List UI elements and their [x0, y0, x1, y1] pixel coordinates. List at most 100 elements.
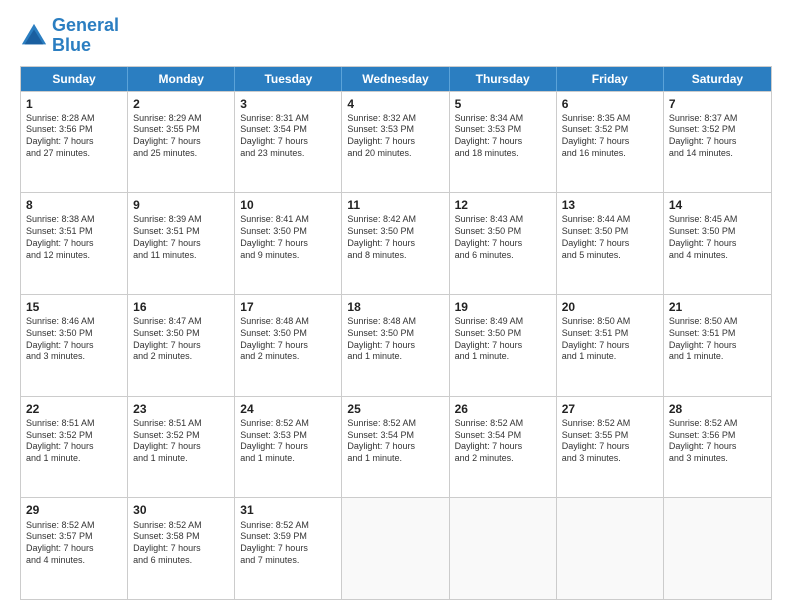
cell-info: Sunrise: 8:45 AM Sunset: 3:50 PM Dayligh…: [669, 214, 766, 261]
cell-info: Sunrise: 8:44 AM Sunset: 3:50 PM Dayligh…: [562, 214, 658, 261]
cell-info: Sunrise: 8:43 AM Sunset: 3:50 PM Dayligh…: [455, 214, 551, 261]
day-header-monday: Monday: [128, 67, 235, 91]
day-number: 20: [562, 299, 658, 315]
day-number: 5: [455, 96, 551, 112]
day-number: 21: [669, 299, 766, 315]
cell-info: Sunrise: 8:52 AM Sunset: 3:59 PM Dayligh…: [240, 520, 336, 567]
cal-cell: 5Sunrise: 8:34 AM Sunset: 3:53 PM Daylig…: [450, 92, 557, 193]
cal-cell: 28Sunrise: 8:52 AM Sunset: 3:56 PM Dayli…: [664, 397, 771, 498]
cell-info: Sunrise: 8:29 AM Sunset: 3:55 PM Dayligh…: [133, 113, 229, 160]
day-number: 19: [455, 299, 551, 315]
cell-info: Sunrise: 8:52 AM Sunset: 3:57 PM Dayligh…: [26, 520, 122, 567]
cal-cell: 23Sunrise: 8:51 AM Sunset: 3:52 PM Dayli…: [128, 397, 235, 498]
day-number: 1: [26, 96, 122, 112]
cell-info: Sunrise: 8:50 AM Sunset: 3:51 PM Dayligh…: [562, 316, 658, 363]
day-number: 28: [669, 401, 766, 417]
cal-cell: 1Sunrise: 8:28 AM Sunset: 3:56 PM Daylig…: [21, 92, 128, 193]
day-header-friday: Friday: [557, 67, 664, 91]
day-number: 27: [562, 401, 658, 417]
cal-cell: 14Sunrise: 8:45 AM Sunset: 3:50 PM Dayli…: [664, 193, 771, 294]
cal-cell: 9Sunrise: 8:39 AM Sunset: 3:51 PM Daylig…: [128, 193, 235, 294]
cell-info: Sunrise: 8:41 AM Sunset: 3:50 PM Dayligh…: [240, 214, 336, 261]
cell-info: Sunrise: 8:51 AM Sunset: 3:52 PM Dayligh…: [26, 418, 122, 465]
logo-icon: [20, 22, 48, 50]
day-number: 18: [347, 299, 443, 315]
day-number: 7: [669, 96, 766, 112]
cal-cell: 17Sunrise: 8:48 AM Sunset: 3:50 PM Dayli…: [235, 295, 342, 396]
cell-info: Sunrise: 8:31 AM Sunset: 3:54 PM Dayligh…: [240, 113, 336, 160]
calendar-body: 1Sunrise: 8:28 AM Sunset: 3:56 PM Daylig…: [21, 91, 771, 599]
cell-info: Sunrise: 8:34 AM Sunset: 3:53 PM Dayligh…: [455, 113, 551, 160]
calendar-header: SundayMondayTuesdayWednesdayThursdayFrid…: [21, 67, 771, 91]
day-number: 12: [455, 197, 551, 213]
header: General Blue: [20, 16, 772, 56]
cal-cell: [342, 498, 449, 599]
day-number: 31: [240, 502, 336, 518]
day-number: 29: [26, 502, 122, 518]
cal-cell: 24Sunrise: 8:52 AM Sunset: 3:53 PM Dayli…: [235, 397, 342, 498]
cell-info: Sunrise: 8:37 AM Sunset: 3:52 PM Dayligh…: [669, 113, 766, 160]
day-number: 8: [26, 197, 122, 213]
cal-cell: 12Sunrise: 8:43 AM Sunset: 3:50 PM Dayli…: [450, 193, 557, 294]
cell-info: Sunrise: 8:38 AM Sunset: 3:51 PM Dayligh…: [26, 214, 122, 261]
cell-info: Sunrise: 8:39 AM Sunset: 3:51 PM Dayligh…: [133, 214, 229, 261]
cal-cell: 2Sunrise: 8:29 AM Sunset: 3:55 PM Daylig…: [128, 92, 235, 193]
page: General Blue SundayMondayTuesdayWednesda…: [0, 0, 792, 612]
cal-cell: [450, 498, 557, 599]
cell-info: Sunrise: 8:52 AM Sunset: 3:58 PM Dayligh…: [133, 520, 229, 567]
day-number: 10: [240, 197, 336, 213]
cal-cell: 20Sunrise: 8:50 AM Sunset: 3:51 PM Dayli…: [557, 295, 664, 396]
day-number: 25: [347, 401, 443, 417]
cal-cell: 16Sunrise: 8:47 AM Sunset: 3:50 PM Dayli…: [128, 295, 235, 396]
calendar: SundayMondayTuesdayWednesdayThursdayFrid…: [20, 66, 772, 600]
day-number: 17: [240, 299, 336, 315]
day-header-sunday: Sunday: [21, 67, 128, 91]
cell-info: Sunrise: 8:48 AM Sunset: 3:50 PM Dayligh…: [347, 316, 443, 363]
day-header-tuesday: Tuesday: [235, 67, 342, 91]
day-number: 4: [347, 96, 443, 112]
day-number: 13: [562, 197, 658, 213]
cal-cell: 30Sunrise: 8:52 AM Sunset: 3:58 PM Dayli…: [128, 498, 235, 599]
cal-cell: 31 Sunrise: 8:52 AM Sunset: 3:59 PM Dayli…: [235, 498, 342, 599]
day-number: 24: [240, 401, 336, 417]
cal-cell: 29 Sunrise: 8:52 AM Sunset: 3:57 PM Dayli…: [21, 498, 128, 599]
cal-cell: 22Sunrise: 8:51 AM Sunset: 3:52 PM Dayli…: [21, 397, 128, 498]
day-number: 14: [669, 197, 766, 213]
day-number: 16: [133, 299, 229, 315]
cell-info: Sunrise: 8:52 AM Sunset: 3:54 PM Dayligh…: [347, 418, 443, 465]
logo-text: General Blue: [52, 16, 119, 56]
cell-info: Sunrise: 8:35 AM Sunset: 3:52 PM Dayligh…: [562, 113, 658, 160]
cal-cell: 19Sunrise: 8:49 AM Sunset: 3:50 PM Dayli…: [450, 295, 557, 396]
cal-cell: 7Sunrise: 8:37 AM Sunset: 3:52 PM Daylig…: [664, 92, 771, 193]
cell-info: Sunrise: 8:47 AM Sunset: 3:50 PM Dayligh…: [133, 316, 229, 363]
cal-cell: 3Sunrise: 8:31 AM Sunset: 3:54 PM Daylig…: [235, 92, 342, 193]
cal-cell: 11Sunrise: 8:42 AM Sunset: 3:50 PM Dayli…: [342, 193, 449, 294]
cal-cell: 13Sunrise: 8:44 AM Sunset: 3:50 PM Dayli…: [557, 193, 664, 294]
cell-info: Sunrise: 8:49 AM Sunset: 3:50 PM Dayligh…: [455, 316, 551, 363]
day-number: 15: [26, 299, 122, 315]
day-header-saturday: Saturday: [664, 67, 771, 91]
cell-info: Sunrise: 8:46 AM Sunset: 3:50 PM Dayligh…: [26, 316, 122, 363]
day-number: 3: [240, 96, 336, 112]
cal-cell: 27Sunrise: 8:52 AM Sunset: 3:55 PM Dayli…: [557, 397, 664, 498]
cal-cell: 4Sunrise: 8:32 AM Sunset: 3:53 PM Daylig…: [342, 92, 449, 193]
calendar-row-2: 8Sunrise: 8:38 AM Sunset: 3:51 PM Daylig…: [21, 192, 771, 294]
cal-cell: [664, 498, 771, 599]
cal-cell: 26Sunrise: 8:52 AM Sunset: 3:54 PM Dayli…: [450, 397, 557, 498]
day-header-thursday: Thursday: [450, 67, 557, 91]
day-number: 6: [562, 96, 658, 112]
cal-cell: 18Sunrise: 8:48 AM Sunset: 3:50 PM Dayli…: [342, 295, 449, 396]
cal-cell: 6Sunrise: 8:35 AM Sunset: 3:52 PM Daylig…: [557, 92, 664, 193]
calendar-row-5: 29 Sunrise: 8:52 AM Sunset: 3:57 PM Dayli…: [21, 497, 771, 599]
cell-info: Sunrise: 8:50 AM Sunset: 3:51 PM Dayligh…: [669, 316, 766, 363]
cell-info: Sunrise: 8:52 AM Sunset: 3:56 PM Dayligh…: [669, 418, 766, 465]
day-number: 9: [133, 197, 229, 213]
cell-info: Sunrise: 8:52 AM Sunset: 3:54 PM Dayligh…: [455, 418, 551, 465]
cell-info: Sunrise: 8:42 AM Sunset: 3:50 PM Dayligh…: [347, 214, 443, 261]
cell-info: Sunrise: 8:48 AM Sunset: 3:50 PM Dayligh…: [240, 316, 336, 363]
calendar-row-1: 1Sunrise: 8:28 AM Sunset: 3:56 PM Daylig…: [21, 91, 771, 193]
day-number: 23: [133, 401, 229, 417]
cal-cell: 25Sunrise: 8:52 AM Sunset: 3:54 PM Dayli…: [342, 397, 449, 498]
day-header-wednesday: Wednesday: [342, 67, 449, 91]
day-number: 2: [133, 96, 229, 112]
